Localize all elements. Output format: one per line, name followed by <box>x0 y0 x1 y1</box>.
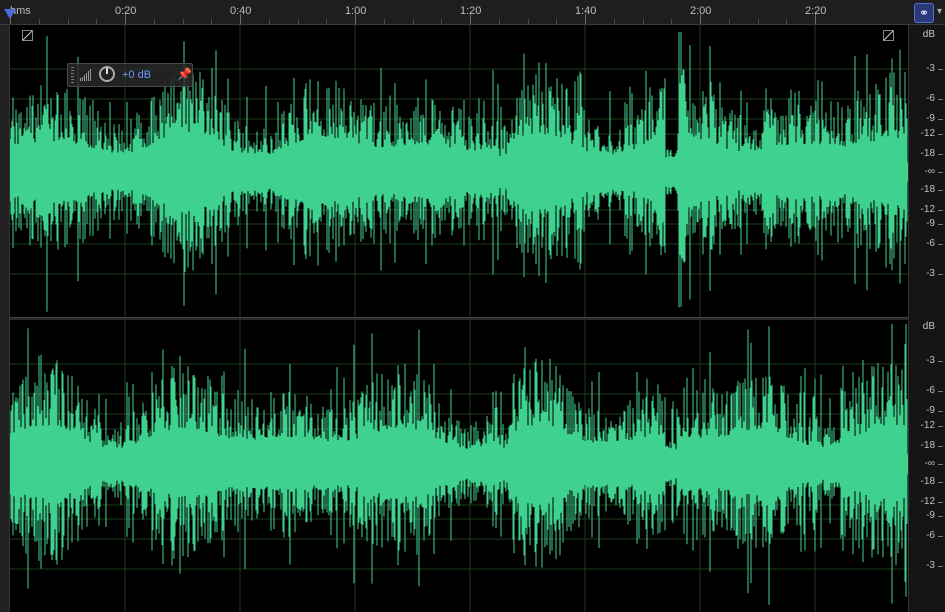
db-tick <box>938 154 943 155</box>
db-tick <box>938 69 943 70</box>
db-tick <box>938 516 943 517</box>
ruler-tick <box>153 19 155 24</box>
amplitude-scale[interactable]: dB dB -3 -6 -9 -12 -18 -∞ -18 -12 -9 -6 -3 -3 -6 -9 -1… <box>908 25 945 612</box>
db-label: -3 <box>926 560 935 571</box>
db-tick <box>938 411 943 412</box>
db-tick <box>938 224 943 225</box>
ruler-tick <box>383 19 385 24</box>
ruler-tick <box>757 19 759 24</box>
db-tick <box>938 190 943 191</box>
waveform-core-band <box>10 454 908 474</box>
headphones-icon[interactable]: ⚭ <box>914 3 934 23</box>
ruler-tick <box>326 19 328 24</box>
time-label: 2:00 <box>690 5 712 17</box>
db-tick <box>938 391 943 392</box>
db-label: -12 <box>920 204 935 215</box>
time-label: 0:40 <box>230 5 252 17</box>
ruler-tick <box>642 19 644 24</box>
db-label: -12 <box>920 420 935 431</box>
ruler-tick <box>728 19 730 24</box>
db-label: -12 <box>920 128 935 139</box>
db-label: -6 <box>926 530 935 541</box>
db-label: -∞ <box>924 166 935 177</box>
db-label: -18 <box>920 148 935 159</box>
ruler-tick <box>268 19 270 24</box>
time-label: 1:40 <box>575 5 597 17</box>
db-tick <box>938 172 943 173</box>
corner-handle-left[interactable] <box>22 30 33 41</box>
ruler-tick <box>498 19 500 24</box>
db-tick <box>938 134 943 135</box>
db-label: -3 <box>926 268 935 279</box>
db-tick <box>938 361 943 362</box>
db-tick <box>938 99 943 100</box>
pin-icon[interactable]: 📌 <box>177 67 192 81</box>
playhead-marker[interactable] <box>4 9 16 19</box>
ruler-tick <box>182 19 184 24</box>
ruler-tick <box>671 19 673 24</box>
volume-bars-icon <box>80 69 94 81</box>
time-label: 1:00 <box>345 5 367 17</box>
db-tick <box>938 119 943 120</box>
db-label: -6 <box>926 238 935 249</box>
ruler-tick <box>613 19 615 24</box>
db-label: -18 <box>920 440 935 451</box>
db-tick <box>938 244 943 245</box>
time-label: 1:20 <box>460 5 482 17</box>
ruler-tick <box>527 19 529 24</box>
db-label: -12 <box>920 496 935 507</box>
left-gutter <box>0 25 10 612</box>
db-tick <box>938 426 943 427</box>
waveform-core-band <box>10 162 908 182</box>
db-label: -9 <box>926 405 935 416</box>
db-tick <box>938 464 943 465</box>
ruler-tick <box>38 19 40 24</box>
drag-grip[interactable] <box>71 67 74 83</box>
db-label: -6 <box>926 93 935 104</box>
db-unit-top: dB <box>922 29 935 40</box>
volume-hud[interactable]: +0 dB 📌 <box>67 63 193 87</box>
ruler-tick <box>412 19 414 24</box>
db-tick <box>938 482 943 483</box>
db-tick <box>938 566 943 567</box>
volume-knob[interactable] <box>99 66 115 82</box>
db-label: -3 <box>926 355 935 366</box>
ruler-tick <box>556 19 558 24</box>
ruler-tick <box>211 19 213 24</box>
db-label: -18 <box>920 476 935 487</box>
db-label: -9 <box>926 510 935 521</box>
ruler-tick <box>297 19 299 24</box>
ruler-tick <box>67 19 69 24</box>
db-label: -18 <box>920 184 935 195</box>
ruler-tick <box>441 19 443 24</box>
corner-handle-right[interactable] <box>883 30 894 41</box>
db-label: -3 <box>926 63 935 74</box>
db-tick <box>938 210 943 211</box>
db-tick <box>938 446 943 447</box>
time-ruler[interactable]: hms 0:20 0:40 1:00 1:20 1:40 2:00 2:20 ⚭ ▾ <box>0 0 945 25</box>
db-label: -9 <box>926 218 935 229</box>
db-tick <box>938 502 943 503</box>
chevron-down-icon[interactable]: ▾ <box>937 6 942 17</box>
db-label: -6 <box>926 385 935 396</box>
ruler-tick <box>96 19 98 24</box>
db-label: -∞ <box>924 458 935 469</box>
db-unit-bottom: dB <box>922 321 935 332</box>
channel-divider[interactable] <box>10 317 908 320</box>
time-label: 2:20 <box>805 5 827 17</box>
time-label: 0:20 <box>115 5 137 17</box>
volume-value[interactable]: +0 dB <box>122 69 151 81</box>
db-tick <box>938 536 943 537</box>
db-tick <box>938 274 943 275</box>
ruler-tick <box>786 19 788 24</box>
db-label: -9 <box>926 113 935 124</box>
